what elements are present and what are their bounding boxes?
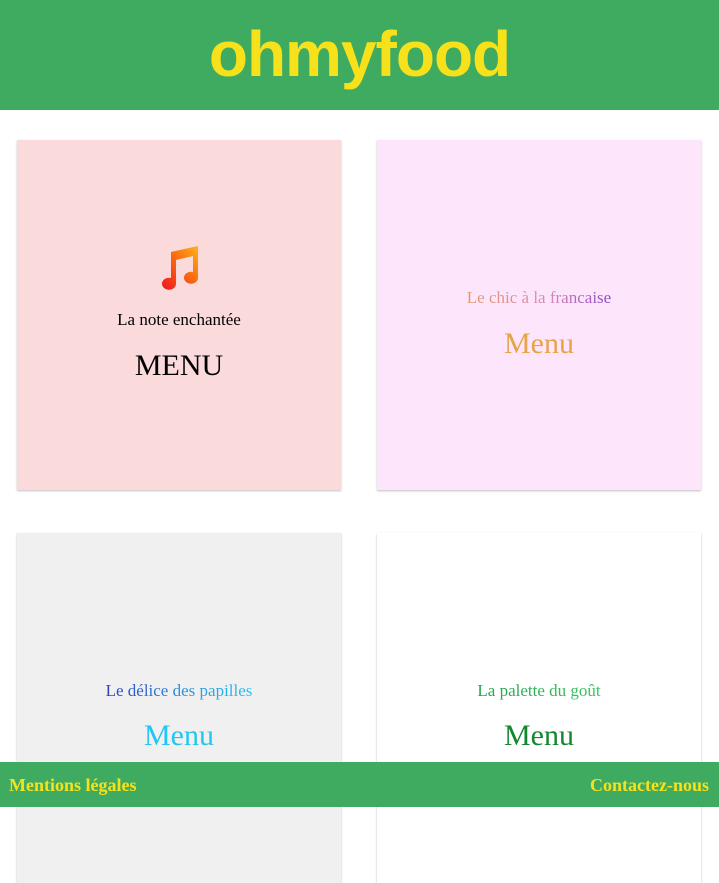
music-note-icon (162, 246, 198, 290)
site-logo[interactable]: ohmyfood (0, 18, 719, 90)
contact-link[interactable]: Contactez-nous (590, 774, 709, 796)
restaurant-name: Le chic à la francaise (466, 288, 612, 307)
site-header: ohmyfood (0, 0, 719, 110)
restaurant-card-note-enchantee[interactable]: La note enchantée MENU (17, 140, 341, 490)
menu-link[interactable]: Menu (377, 327, 701, 361)
restaurant-card-chic-francaise[interactable]: Le chic à la francaise Menu (377, 140, 701, 490)
restaurant-name: La palette du goût (477, 681, 601, 700)
restaurant-card-delice-papilles[interactable]: Le délice des papilles Menu (17, 533, 341, 883)
menu-link[interactable]: Menu (17, 719, 341, 753)
restaurant-name: La note enchantée (117, 310, 241, 329)
legal-notice-link[interactable]: Mentions légales (9, 774, 137, 796)
restaurant-card-palette-gout[interactable]: La palette du goût Menu (377, 533, 701, 883)
menu-link[interactable]: MENU (17, 349, 341, 383)
menu-link[interactable]: Menu (377, 719, 701, 753)
restaurant-name: Le délice des papilles (105, 681, 253, 700)
site-footer: Mentions légales Contactez-nous (0, 762, 719, 807)
